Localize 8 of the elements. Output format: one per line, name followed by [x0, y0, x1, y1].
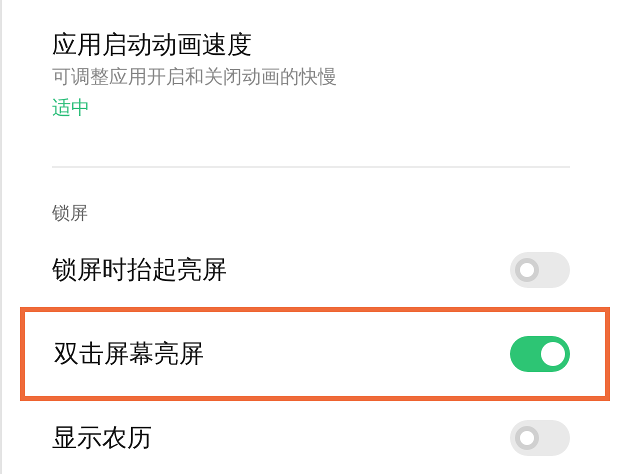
setting-title: 双击屏幕亮屏 [54, 338, 204, 370]
section-header: 锁屏 [52, 202, 88, 226]
setting-title: 锁屏时抬起亮屏 [52, 254, 227, 286]
setting-description: 可调整应用开启和关闭动画的快慢 [52, 65, 337, 90]
setting-value: 适中 [52, 96, 90, 121]
setting-title: 显示农历 [52, 422, 152, 454]
setting-option[interactable]: 应用启动动画速度 可调整应用开启和关闭动画的快慢 适中 [52, 0, 570, 168]
setting-title: 应用启动动画速度 [52, 29, 252, 61]
